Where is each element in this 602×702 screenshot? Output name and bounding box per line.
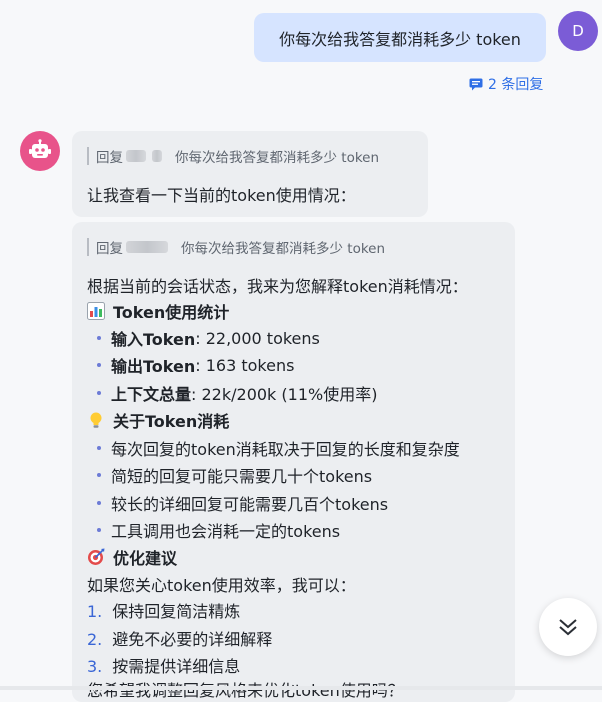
section-heading-token-stats: Token使用统计 bbox=[87, 299, 229, 323]
stat-value: : 22k/200k (11%使用率) bbox=[191, 385, 378, 404]
quote-text: 你每次给我答复都消耗多少 token bbox=[181, 241, 386, 257]
thread-reply-count-link[interactable]: 2 条回复 bbox=[469, 74, 543, 94]
bullet-dot bbox=[97, 528, 101, 532]
stat-label: 上下文总量 bbox=[111, 385, 192, 404]
list-item: 工具调用也会消耗一定的tokens bbox=[87, 518, 340, 542]
bullet-dot bbox=[97, 473, 101, 477]
section-title: 优化建议 bbox=[113, 549, 178, 568]
list-item: 输出Token : 163 tokens bbox=[87, 353, 294, 377]
robot-icon bbox=[29, 139, 51, 158]
list-item-text: 避免不必要的详细解释 bbox=[112, 630, 273, 649]
redacted-name bbox=[152, 150, 162, 162]
comment-icon bbox=[469, 78, 483, 90]
redacted-name bbox=[126, 241, 168, 253]
section-title: Token使用统计 bbox=[113, 303, 230, 322]
list-item-text: 简短的回复可能只需要几十个tokens bbox=[111, 467, 373, 486]
bullet-dot bbox=[97, 363, 101, 367]
bullet-dot bbox=[97, 501, 101, 505]
bullet-dot bbox=[97, 446, 101, 450]
bot-reply-text: 让我查看一下当前的token使用情况： bbox=[87, 186, 356, 205]
section-heading-optimization: 优化建议 bbox=[87, 545, 177, 569]
reply-count-label: 2 条回复 bbox=[488, 77, 544, 93]
list-item: 每次回复的token消耗取决于回复的长度和复杂度 bbox=[87, 436, 460, 460]
list-number: 1. bbox=[87, 602, 103, 621]
reply-quote[interactable]: 回复 你每次给我答复都消耗多少 token bbox=[87, 147, 380, 166]
section-heading-about-token: 关于Token消耗 bbox=[87, 408, 229, 432]
bot-avatar[interactable] bbox=[20, 131, 60, 171]
user-message-text: 你每次给我答复都消耗多少 token bbox=[279, 29, 521, 49]
list-item: 较长的详细回复可能需要几百个tokens bbox=[87, 491, 388, 515]
user-message-bubble: 你每次给我答复都消耗多少 token bbox=[254, 13, 546, 62]
stat-value: : 163 tokens bbox=[195, 355, 295, 375]
scroll-to-bottom-button[interactable] bbox=[539, 598, 597, 656]
ordered-list-item: 3. 按需提供详细信息 bbox=[87, 653, 240, 677]
user-avatar[interactable]: D bbox=[558, 11, 598, 51]
quote-prefix: 回复 bbox=[96, 150, 123, 166]
list-item-text: 按需提供详细信息 bbox=[112, 657, 241, 676]
reply-quote[interactable]: 回复 你每次给我答复都消耗多少 token bbox=[87, 238, 386, 257]
ordered-list-item: 2. 避免不必要的详细解释 bbox=[87, 626, 272, 650]
stat-value: : 22,000 tokens bbox=[195, 328, 320, 348]
list-item-text: 较长的详细回复可能需要几百个tokens bbox=[111, 495, 389, 514]
bot-reply-bubble-1: 回复 你每次给我答复都消耗多少 token 让我查看一下当前的token使用情况… bbox=[72, 131, 428, 217]
list-number: 2. bbox=[87, 630, 103, 649]
list-item: 简短的回复可能只需要几十个tokens bbox=[87, 463, 372, 487]
stat-label: 输入Token bbox=[111, 330, 196, 349]
bot-reply-bubble-2: 回复 你每次给我答复都消耗多少 token 根据当前的会话状态，我来为您解释to… bbox=[72, 222, 515, 702]
list-number: 3. bbox=[87, 657, 103, 676]
section-title: 关于Token消耗 bbox=[113, 412, 230, 431]
advice-intro-text: 如果您关心token使用效率，我可以： bbox=[87, 576, 356, 595]
list-item-text: 每次回复的token消耗取决于回复的长度和复杂度 bbox=[111, 440, 460, 459]
input-area-edge bbox=[0, 686, 602, 690]
quote-prefix: 回复 bbox=[96, 241, 123, 257]
stat-label: 输出Token bbox=[111, 357, 196, 376]
list-item-text: 工具调用也会消耗一定的tokens bbox=[111, 522, 341, 541]
lightbulb-icon bbox=[90, 412, 102, 428]
user-avatar-initial: D bbox=[572, 22, 584, 40]
bar-chart-icon bbox=[87, 302, 105, 320]
list-item-text: 保持回复简洁精炼 bbox=[112, 602, 241, 621]
intro-text: 根据当前的会话状态，我来为您解释token消耗情况： bbox=[87, 277, 468, 296]
bullet-dot bbox=[97, 391, 101, 395]
bullet-dot bbox=[97, 336, 101, 340]
list-item: 上下文总量 : 22k/200k (11%使用率) bbox=[87, 381, 377, 405]
target-icon bbox=[88, 548, 105, 565]
redacted-name bbox=[126, 150, 146, 162]
double-chevron-down-icon bbox=[559, 619, 577, 636]
ordered-list-item: 1. 保持回复简洁精炼 bbox=[87, 598, 240, 622]
list-item: 输入Token : 22,000 tokens bbox=[87, 326, 320, 350]
quote-text: 你每次给我答复都消耗多少 token bbox=[175, 150, 380, 166]
